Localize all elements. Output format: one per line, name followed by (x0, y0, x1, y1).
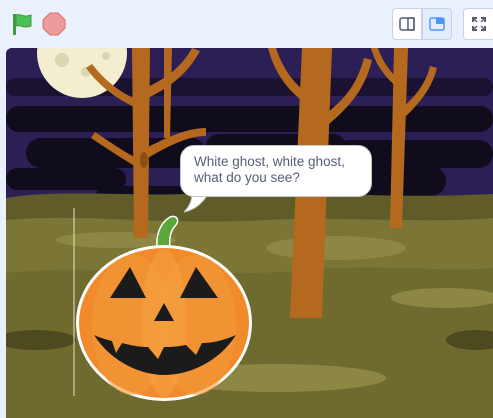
stage-canvas[interactable]: White ghost, white ghost, what do you se… (6, 48, 493, 418)
fullscreen-button[interactable] (463, 8, 493, 40)
speech-text-line-2: what do you see? (194, 170, 300, 185)
normal-stage-button[interactable] (422, 8, 452, 40)
speech-text-line-1: White ghost, white ghost, (194, 154, 345, 169)
pumpkin-sprite[interactable] (72, 213, 256, 403)
normal-stage-icon (429, 17, 445, 31)
speech-bubble-tail (184, 194, 210, 213)
speech-bubble: White ghost, white ghost, what do you se… (180, 145, 372, 197)
stage-toolbar (0, 0, 493, 48)
pumpkin-stem (156, 215, 179, 250)
fullscreen-icon (472, 17, 486, 31)
small-stage-button[interactable] (392, 8, 422, 40)
green-flag-icon[interactable] (10, 12, 34, 36)
stop-sign-icon[interactable] (42, 12, 66, 36)
small-stage-icon (399, 17, 415, 31)
